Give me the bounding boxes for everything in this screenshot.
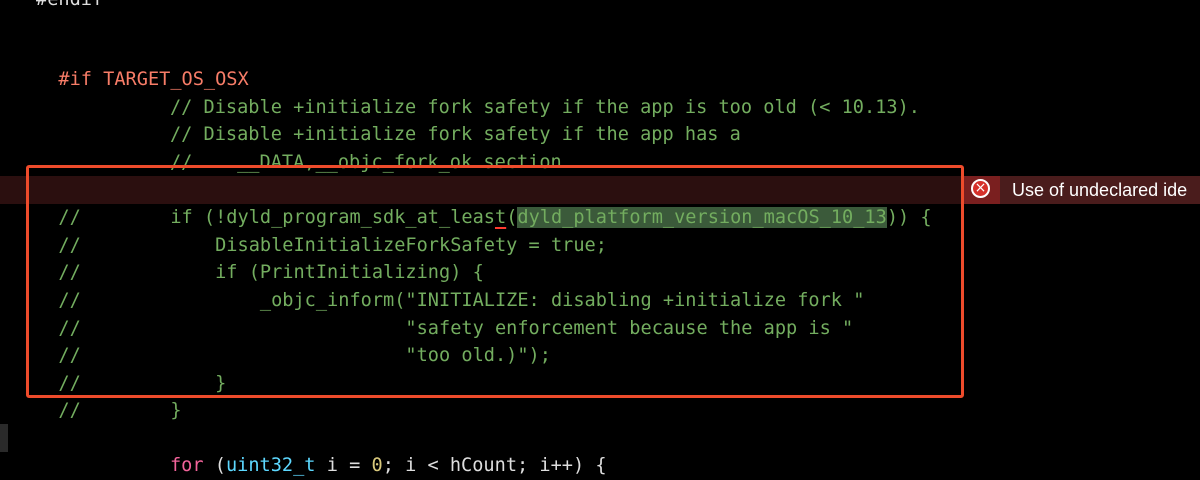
code-text: i = xyxy=(315,455,372,476)
type-name: uint32_t xyxy=(225,455,316,476)
code-text: ( xyxy=(203,455,226,476)
code-line-for[interactable]: for (uint32_t i = 0; i < hCount; i++) { xyxy=(58,424,1200,476)
code-line-if-directive: #if TARGET_OS_OSX xyxy=(36,38,1200,90)
number-literal: 0 xyxy=(371,455,383,476)
code-line-comment-3: // __DATA,__objc_fork_ok section. xyxy=(58,121,1200,173)
selection-highlight-frame xyxy=(26,165,964,398)
code-text: ; i < hCount; i++) { xyxy=(382,455,607,476)
code-line-endif: #endif xyxy=(36,0,1200,14)
code-text: // } xyxy=(58,400,182,421)
code-line-comment-1: // Disable +initialize fork safety if th… xyxy=(58,66,1200,118)
code-line-comment-2: // Disable +initialize fork safety if th… xyxy=(58,93,1200,145)
error-circle-icon[interactable]: × xyxy=(971,179,990,198)
keyword: for xyxy=(169,455,204,476)
gutter-marker xyxy=(0,424,8,452)
error-message[interactable]: Use of undeclared ide xyxy=(1012,176,1200,204)
